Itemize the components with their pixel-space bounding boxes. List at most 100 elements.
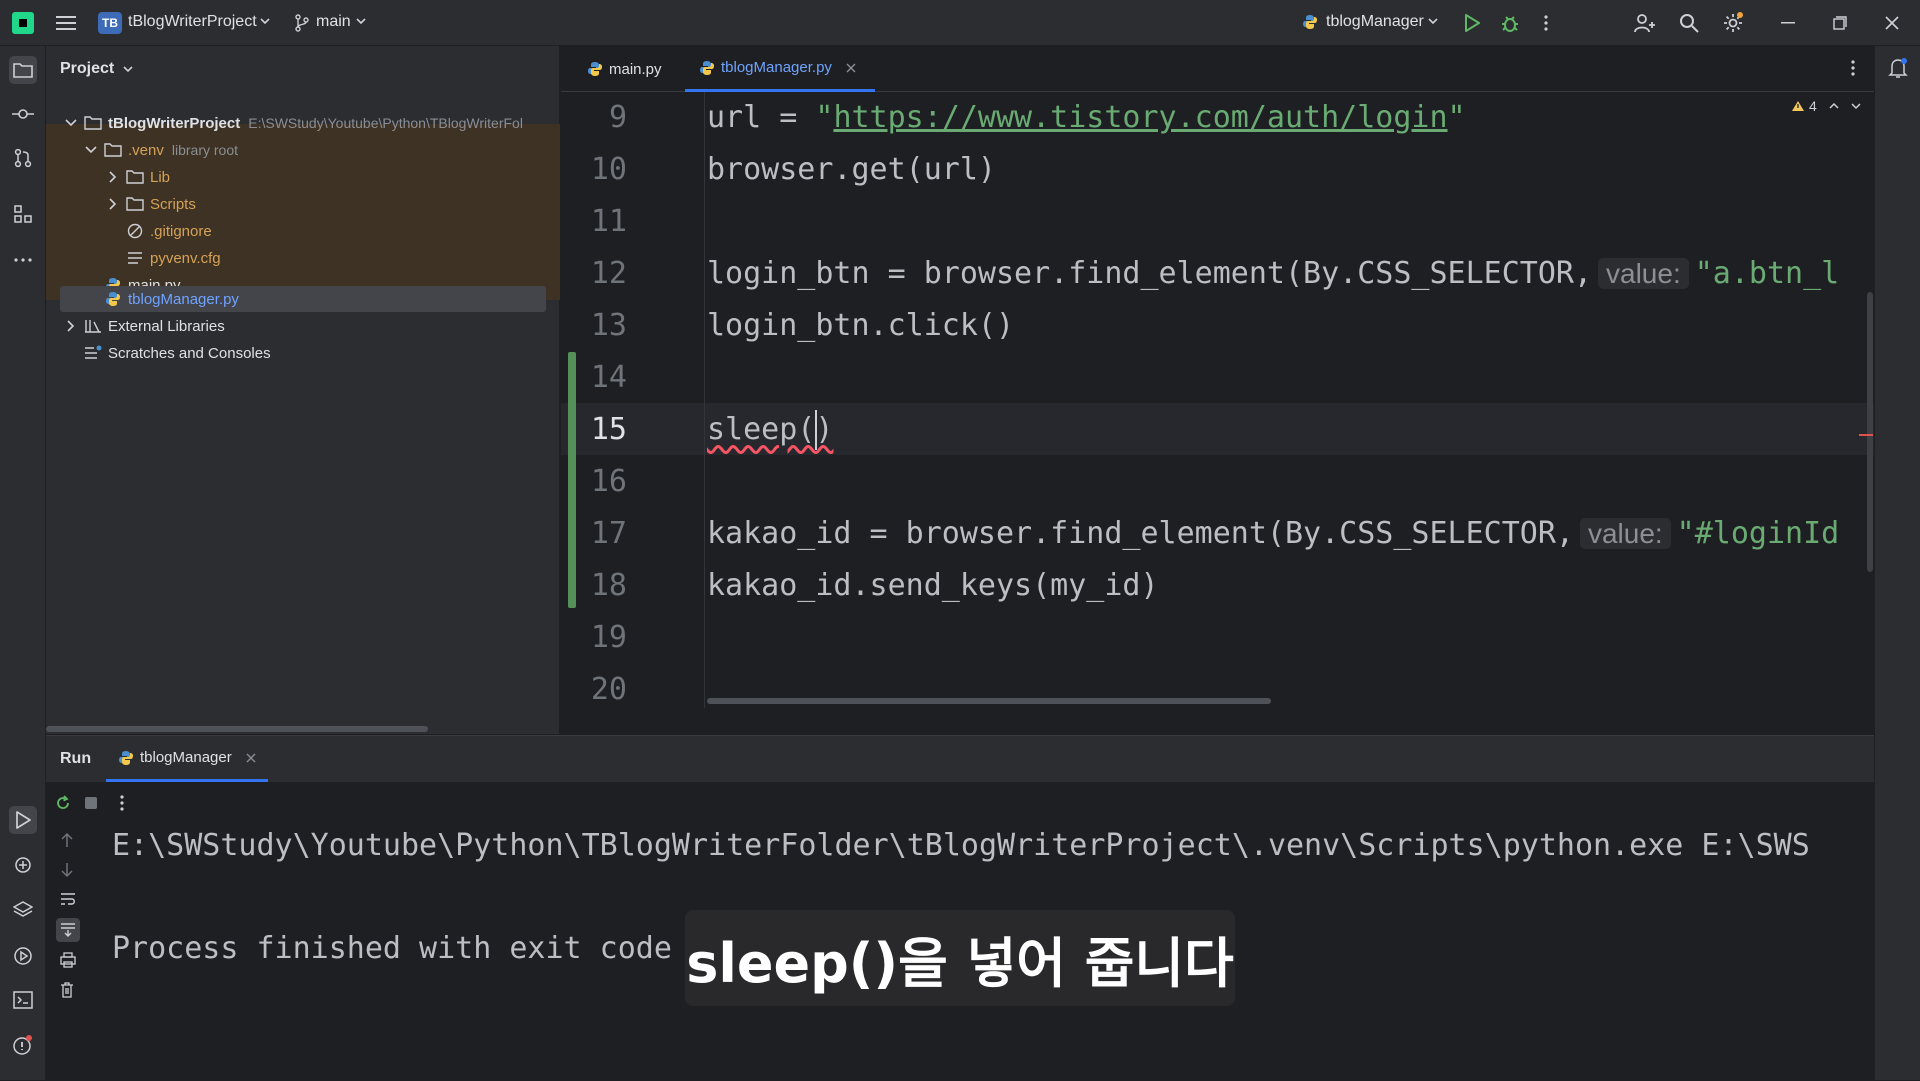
title-bar: TB tBlogWriterProject main tblogManager xyxy=(0,0,1920,46)
tree-item-label: Lib xyxy=(150,168,171,186)
warning-count: 4 xyxy=(1809,98,1817,114)
line-number: 10 xyxy=(590,152,627,187)
run-tool-icon[interactable] xyxy=(9,806,37,834)
main-menu-icon[interactable] xyxy=(54,12,78,34)
chevron-down-icon xyxy=(260,17,270,25)
code-text: url = xyxy=(707,100,816,135)
print-icon[interactable] xyxy=(60,952,76,968)
tab-more-icon[interactable] xyxy=(1851,60,1855,76)
minimize-icon[interactable] xyxy=(1776,11,1800,35)
scroll-down-icon[interactable] xyxy=(60,862,74,878)
line-number: 15 xyxy=(590,412,627,447)
close-tab-icon[interactable] xyxy=(246,753,256,763)
code-line-18: kakao_id.send_keys(my_id) xyxy=(707,568,1159,603)
tree-item-scratches[interactable]: Scratches and Consoles xyxy=(46,340,560,366)
structure-tool-icon[interactable] xyxy=(9,200,37,228)
more-actions-icon[interactable] xyxy=(1536,11,1556,35)
tree-item-lib[interactable]: Lib xyxy=(46,164,560,190)
line-number: 9 xyxy=(608,100,627,135)
chevron-right-icon[interactable] xyxy=(64,319,78,333)
tab-main-py[interactable]: main.py xyxy=(573,46,675,92)
settings-icon[interactable] xyxy=(1720,10,1746,36)
services-icon[interactable] xyxy=(9,942,37,970)
run-more-icon[interactable] xyxy=(114,792,130,814)
line-number: 14 xyxy=(590,360,627,395)
tree-item-external-libraries[interactable]: External Libraries xyxy=(46,313,560,339)
param-hint: value: xyxy=(1579,518,1671,549)
folder-icon xyxy=(84,114,102,132)
chevron-down-icon[interactable] xyxy=(64,116,78,130)
soft-wrap-icon[interactable] xyxy=(60,892,76,906)
run-icon[interactable] xyxy=(1460,11,1484,35)
project-tool-icon[interactable] xyxy=(9,56,37,84)
chevron-up-icon[interactable] xyxy=(1829,102,1839,110)
inspection-widget[interactable]: 4 xyxy=(1791,98,1861,114)
tree-item-note: library root xyxy=(171,142,238,158)
python-file-icon xyxy=(587,61,603,77)
python-file-icon xyxy=(699,60,715,76)
notifications-icon[interactable] xyxy=(1886,56,1910,80)
tree-item-scripts[interactable]: Scripts xyxy=(46,191,560,217)
commit-tool-icon[interactable] xyxy=(9,100,37,128)
line-number: 12 xyxy=(590,256,627,291)
tree-item-pyvenv-cfg[interactable]: pyvenv.cfg xyxy=(46,245,560,271)
tree-item-venv[interactable]: .venv library root xyxy=(46,137,560,163)
scroll-to-end-icon[interactable] xyxy=(56,918,80,942)
debug-icon[interactable] xyxy=(1498,11,1522,35)
project-horizontal-scrollbar[interactable] xyxy=(46,726,428,732)
chevron-right-icon[interactable] xyxy=(106,170,120,184)
branch-dropdown[interactable]: main xyxy=(316,13,351,31)
project-panel-header[interactable]: Project xyxy=(60,60,133,78)
project-panel-title: Project xyxy=(60,60,115,77)
vertical-scrollbar[interactable] xyxy=(1867,292,1873,572)
project-panel: Project tBlogWriterProject E:\SWStudy\Yo… xyxy=(46,46,560,734)
url-link[interactable]: https://www.tistory.com/auth/login xyxy=(833,100,1447,135)
video-subtitle: sleep()을 넣어 줍니다 xyxy=(685,910,1235,1006)
stop-icon[interactable] xyxy=(80,792,102,814)
param-hint: value: xyxy=(1598,258,1689,289)
config-file-icon xyxy=(126,249,144,267)
tree-item-label: Scripts xyxy=(150,195,196,213)
chevron-right-icon[interactable] xyxy=(106,197,120,211)
python-file-icon xyxy=(1302,14,1318,30)
search-icon[interactable] xyxy=(1676,11,1702,35)
run-panel: Run tblogManager E:\SWStudy\Youtube\Pyth… xyxy=(46,735,1874,1080)
tab-run-tblogmanager[interactable]: tblogManager xyxy=(106,736,268,782)
more-tools-icon[interactable] xyxy=(9,246,37,274)
problems-icon[interactable] xyxy=(9,1031,37,1059)
tree-item-label: .venv xyxy=(128,141,164,159)
right-tool-strip xyxy=(1874,46,1920,1080)
tree-item-tblogmanager-py[interactable]: tblogManager.py xyxy=(46,286,560,312)
tree-root-path: E:\SWStudy\Youtube\Python\TBlogWriterFol xyxy=(248,115,523,131)
chevron-down-icon[interactable] xyxy=(84,143,98,157)
horizontal-scrollbar[interactable] xyxy=(707,698,1271,704)
project-name-dropdown[interactable]: tBlogWriterProject xyxy=(128,13,257,31)
tab-label: main.py xyxy=(609,60,662,78)
warning-icon xyxy=(1791,100,1805,112)
gutter-separator xyxy=(704,92,705,708)
run-config-dropdown[interactable]: tblogManager xyxy=(1326,13,1424,31)
scroll-up-icon[interactable] xyxy=(60,832,74,848)
chevron-down-icon xyxy=(1428,17,1438,25)
code-line-9: url = "https://www.tistory.com/auth/logi… xyxy=(707,100,1466,135)
maximize-icon[interactable] xyxy=(1828,11,1852,35)
close-tab-icon[interactable] xyxy=(846,63,856,73)
terminal-icon[interactable] xyxy=(9,986,37,1014)
folder-icon xyxy=(104,141,122,159)
code-editor[interactable]: 9 10 11 12 13 14 15 16 17 18 19 20 url =… xyxy=(561,92,1874,708)
tree-item-gitignore[interactable]: .gitignore xyxy=(46,218,560,244)
python-packages-icon[interactable] xyxy=(9,851,37,879)
chevron-down-icon[interactable] xyxy=(1851,102,1861,110)
chevron-down-icon xyxy=(356,17,366,25)
layers-icon[interactable] xyxy=(9,896,37,924)
clear-console-icon[interactable] xyxy=(60,982,74,998)
tab-tblogmanager-py[interactable]: tblogManager.py xyxy=(685,46,875,92)
add-user-icon[interactable] xyxy=(1632,11,1658,35)
close-window-icon[interactable] xyxy=(1880,11,1904,35)
pull-requests-icon[interactable] xyxy=(9,144,37,172)
rerun-icon[interactable] xyxy=(52,792,74,814)
project-badge[interactable]: TB xyxy=(98,12,122,34)
code-line-10: browser.get(url) xyxy=(707,152,996,187)
tree-root[interactable]: tBlogWriterProject E:\SWStudy\Youtube\Py… xyxy=(46,110,560,136)
app-logo-icon[interactable] xyxy=(12,12,34,34)
